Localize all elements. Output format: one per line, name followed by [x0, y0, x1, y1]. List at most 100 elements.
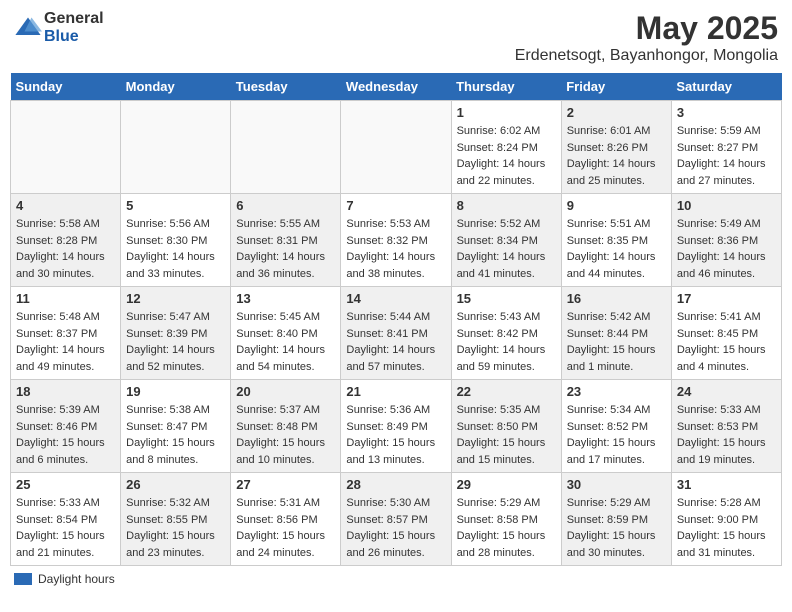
day-number: 3	[677, 105, 776, 120]
calendar-cell: 14 Sunrise: 5:44 AM Sunset: 8:41 PM Dayli…	[341, 287, 451, 380]
calendar-header-row: SundayMondayTuesdayWednesdayThursdayFrid…	[11, 73, 782, 101]
calendar-cell	[231, 101, 341, 194]
day-info: Sunrise: 5:48 AM Sunset: 8:37 PM Dayligh…	[16, 309, 115, 375]
day-number: 16	[567, 291, 666, 306]
calendar-cell: 24 Sunrise: 5:33 AM Sunset: 8:53 PM Dayli…	[671, 380, 781, 473]
calendar-cell: 9 Sunrise: 5:51 AM Sunset: 8:35 PM Daylig…	[561, 194, 671, 287]
day-number: 13	[236, 291, 335, 306]
calendar-header-sunday: Sunday	[11, 73, 121, 101]
day-info: Sunrise: 5:29 AM Sunset: 8:58 PM Dayligh…	[457, 495, 556, 561]
calendar-cell: 4Sunrise: 5:58 AM Sunset: 8:28 PM Daylig…	[11, 194, 121, 287]
day-info: Sunrise: 5:36 AM Sunset: 8:49 PM Dayligh…	[346, 402, 445, 468]
calendar-week-2: 4Sunrise: 5:58 AM Sunset: 8:28 PM Daylig…	[11, 194, 782, 287]
day-number: 18	[16, 384, 115, 399]
calendar-cell: 22Sunrise: 5:35 AM Sunset: 8:50 PM Dayli…	[451, 380, 561, 473]
calendar-cell: 23Sunrise: 5:34 AM Sunset: 8:52 PM Dayli…	[561, 380, 671, 473]
calendar-cell	[341, 101, 451, 194]
calendar-cell: 31Sunrise: 5:28 AM Sunset: 9:00 PM Dayli…	[671, 473, 781, 566]
calendar-body: 1 Sunrise: 6:02 AM Sunset: 8:24 PM Daylig…	[11, 101, 782, 566]
day-number: 20	[236, 384, 335, 399]
calendar-cell: 3Sunrise: 5:59 AM Sunset: 8:27 PM Daylig…	[671, 101, 781, 194]
calendar-cell: 25Sunrise: 5:33 AM Sunset: 8:54 PM Dayli…	[11, 473, 121, 566]
day-number: 12	[126, 291, 225, 306]
day-number: 19	[126, 384, 225, 399]
day-info: Sunrise: 5:29 AM Sunset: 8:59 PM Dayligh…	[567, 495, 666, 561]
day-info: Sunrise: 5:33 AM Sunset: 8:54 PM Dayligh…	[16, 495, 115, 561]
daylight-legend-label: Daylight hours	[38, 572, 115, 586]
day-number: 23	[567, 384, 666, 399]
calendar-cell: 7Sunrise: 5:53 AM Sunset: 8:32 PM Daylig…	[341, 194, 451, 287]
calendar-cell: 15 Sunrise: 5:43 AM Sunset: 8:42 PM Dayli…	[451, 287, 561, 380]
day-number: 24	[677, 384, 776, 399]
calendar-cell: 29 Sunrise: 5:29 AM Sunset: 8:58 PM Dayli…	[451, 473, 561, 566]
calendar-week-5: 25Sunrise: 5:33 AM Sunset: 8:54 PM Dayli…	[11, 473, 782, 566]
day-info: Sunrise: 6:01 AM Sunset: 8:26 PM Dayligh…	[567, 123, 666, 189]
day-number: 8	[457, 198, 556, 213]
day-number: 10	[677, 198, 776, 213]
day-number: 28	[346, 477, 445, 492]
calendar-cell: 26Sunrise: 5:32 AM Sunset: 8:55 PM Dayli…	[121, 473, 231, 566]
day-number: 7	[346, 198, 445, 213]
day-info: Sunrise: 5:55 AM Sunset: 8:31 PM Dayligh…	[236, 216, 335, 282]
day-number: 11	[16, 291, 115, 306]
calendar-header-tuesday: Tuesday	[231, 73, 341, 101]
day-info: Sunrise: 5:32 AM Sunset: 8:55 PM Dayligh…	[126, 495, 225, 561]
calendar-header-wednesday: Wednesday	[341, 73, 451, 101]
day-info: Sunrise: 5:49 AM Sunset: 8:36 PM Dayligh…	[677, 216, 776, 282]
day-info: Sunrise: 5:30 AM Sunset: 8:57 PM Dayligh…	[346, 495, 445, 561]
logo-blue: Blue	[44, 28, 104, 46]
day-info: Sunrise: 6:02 AM Sunset: 8:24 PM Dayligh…	[457, 123, 556, 189]
day-number: 14	[346, 291, 445, 306]
calendar-cell: 20 Sunrise: 5:37 AM Sunset: 8:48 PM Dayli…	[231, 380, 341, 473]
calendar-cell: 17Sunrise: 5:41 AM Sunset: 8:45 PM Dayli…	[671, 287, 781, 380]
day-info: Sunrise: 5:47 AM Sunset: 8:39 PM Dayligh…	[126, 309, 225, 375]
day-info: Sunrise: 5:45 AM Sunset: 8:40 PM Dayligh…	[236, 309, 335, 375]
day-info: Sunrise: 5:44 AM Sunset: 8:41 PM Dayligh…	[346, 309, 445, 375]
day-info: Sunrise: 5:33 AM Sunset: 8:53 PM Dayligh…	[677, 402, 776, 468]
calendar-cell: 21 Sunrise: 5:36 AM Sunset: 8:49 PM Dayli…	[341, 380, 451, 473]
calendar-header-thursday: Thursday	[451, 73, 561, 101]
calendar-cell: 11 Sunrise: 5:48 AM Sunset: 8:37 PM Dayli…	[11, 287, 121, 380]
day-number: 9	[567, 198, 666, 213]
logo-icon	[14, 14, 42, 42]
calendar-header-monday: Monday	[121, 73, 231, 101]
day-number: 29	[457, 477, 556, 492]
calendar-week-3: 11 Sunrise: 5:48 AM Sunset: 8:37 PM Dayli…	[11, 287, 782, 380]
calendar-cell: 16 Sunrise: 5:42 AM Sunset: 8:44 PM Dayli…	[561, 287, 671, 380]
subtitle: Erdenetsogt, Bayanhongor, Mongolia	[515, 47, 778, 65]
calendar-cell: 6 Sunrise: 5:55 AM Sunset: 8:31 PM Daylig…	[231, 194, 341, 287]
calendar-cell: 28 Sunrise: 5:30 AM Sunset: 8:57 PM Dayli…	[341, 473, 451, 566]
calendar-cell: 5Sunrise: 5:56 AM Sunset: 8:30 PM Daylig…	[121, 194, 231, 287]
logo-general: General	[44, 10, 104, 28]
calendar-cell	[11, 101, 121, 194]
day-number: 2	[567, 105, 666, 120]
page-header: General Blue May 2025 Erdenetsogt, Bayan…	[10, 10, 782, 65]
day-info: Sunrise: 5:35 AM Sunset: 8:50 PM Dayligh…	[457, 402, 556, 468]
calendar-cell: 27Sunrise: 5:31 AM Sunset: 8:56 PM Dayli…	[231, 473, 341, 566]
logo: General Blue	[14, 10, 104, 45]
calendar-cell: 30 Sunrise: 5:29 AM Sunset: 8:59 PM Dayli…	[561, 473, 671, 566]
calendar-week-1: 1 Sunrise: 6:02 AM Sunset: 8:24 PM Daylig…	[11, 101, 782, 194]
calendar-cell: 19 Sunrise: 5:38 AM Sunset: 8:47 PM Dayli…	[121, 380, 231, 473]
calendar-cell	[121, 101, 231, 194]
day-number: 15	[457, 291, 556, 306]
day-number: 6	[236, 198, 335, 213]
calendar-cell: 10 Sunrise: 5:49 AM Sunset: 8:36 PM Dayli…	[671, 194, 781, 287]
calendar-header-friday: Friday	[561, 73, 671, 101]
main-title: May 2025	[515, 10, 778, 47]
day-number: 21	[346, 384, 445, 399]
day-info: Sunrise: 5:38 AM Sunset: 8:47 PM Dayligh…	[126, 402, 225, 468]
day-info: Sunrise: 5:51 AM Sunset: 8:35 PM Dayligh…	[567, 216, 666, 282]
calendar-cell: 8 Sunrise: 5:52 AM Sunset: 8:34 PM Daylig…	[451, 194, 561, 287]
logo-text: General Blue	[44, 10, 104, 45]
day-info: Sunrise: 5:37 AM Sunset: 8:48 PM Dayligh…	[236, 402, 335, 468]
day-info: Sunrise: 5:42 AM Sunset: 8:44 PM Dayligh…	[567, 309, 666, 375]
day-info: Sunrise: 5:43 AM Sunset: 8:42 PM Dayligh…	[457, 309, 556, 375]
day-number: 30	[567, 477, 666, 492]
day-number: 31	[677, 477, 776, 492]
day-info: Sunrise: 5:56 AM Sunset: 8:30 PM Dayligh…	[126, 216, 225, 282]
day-info: Sunrise: 5:52 AM Sunset: 8:34 PM Dayligh…	[457, 216, 556, 282]
day-number: 1	[457, 105, 556, 120]
day-number: 27	[236, 477, 335, 492]
day-number: 17	[677, 291, 776, 306]
